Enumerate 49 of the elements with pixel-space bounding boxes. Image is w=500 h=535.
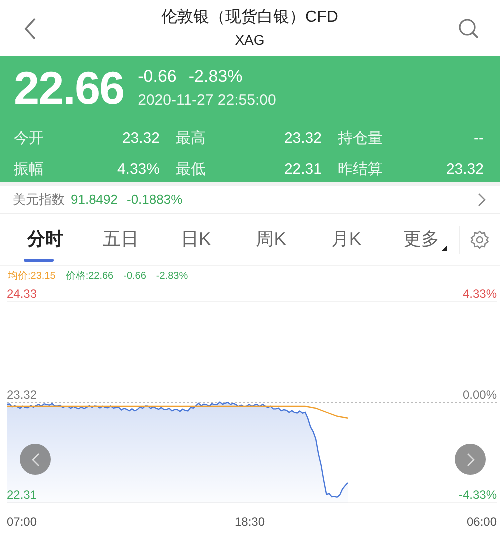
back-icon[interactable] (24, 18, 37, 40)
tab[interactable]: 分时 (8, 220, 84, 260)
legend-text: -2.83% (156, 270, 188, 284)
chevron-right-icon (466, 452, 474, 466)
stat-value: -- (474, 129, 484, 150)
page-title: 伦敦银（现货白银）CFD (162, 8, 338, 28)
tab[interactable]: 五日 (83, 220, 158, 260)
page-subtitle: XAG (235, 30, 265, 48)
stat-label: 最低 (176, 160, 206, 180)
tab[interactable]: 更多 (384, 220, 460, 260)
tab[interactable]: 周K (234, 220, 309, 260)
stat-value: 23.32 (284, 129, 322, 150)
index-change: -0.1883% (127, 190, 183, 209)
stat-value: 23.32 (122, 129, 160, 150)
caret-icon (442, 246, 448, 250)
index-label: 美元指数 (13, 190, 65, 209)
axis-label: 0.00% (462, 388, 497, 402)
chevron-right-icon[interactable] (478, 192, 486, 206)
stat-label: 昨结算 (338, 160, 383, 180)
stat-label: 持仓量 (338, 129, 383, 150)
legend-text: 均价:23.15 (8, 270, 56, 284)
price-change: -0.66 (138, 66, 177, 88)
axis-label: 23.32 (7, 388, 38, 402)
axis-label: 4.33% (462, 287, 497, 301)
index-value: 91.8492 (71, 190, 118, 209)
axis-label: -4.33% (458, 488, 497, 502)
time-label: 18:30 (235, 514, 266, 531)
next-button[interactable] (455, 444, 486, 475)
axis-label: 22.31 (7, 488, 38, 502)
stat-value: 4.33% (117, 160, 160, 180)
stat-value: 23.32 (446, 160, 484, 180)
stat-label: 最高 (176, 129, 206, 150)
time-label: 07:00 (7, 514, 38, 531)
stat-label: 振幅 (14, 160, 44, 180)
stat-label: 今开 (14, 129, 44, 150)
tab-underline (24, 258, 54, 262)
search-icon[interactable] (458, 18, 480, 40)
tab[interactable]: 日K (158, 220, 234, 260)
chevron-left-icon (32, 452, 40, 466)
legend-text: -0.66 (124, 270, 146, 284)
percent-change: -2.83% (188, 66, 243, 88)
time-label: 06:00 (466, 514, 497, 531)
settings-icon[interactable] (470, 230, 490, 250)
last-price: 22.66 (14, 62, 124, 114)
stat-value: 22.31 (284, 160, 322, 180)
axis-label: 24.33 (7, 287, 38, 301)
tab[interactable]: 月K (308, 220, 384, 260)
legend-text: 价格:22.66 (66, 270, 114, 284)
quote-timestamp: 2020-11-27 22:55:00 (138, 91, 276, 111)
